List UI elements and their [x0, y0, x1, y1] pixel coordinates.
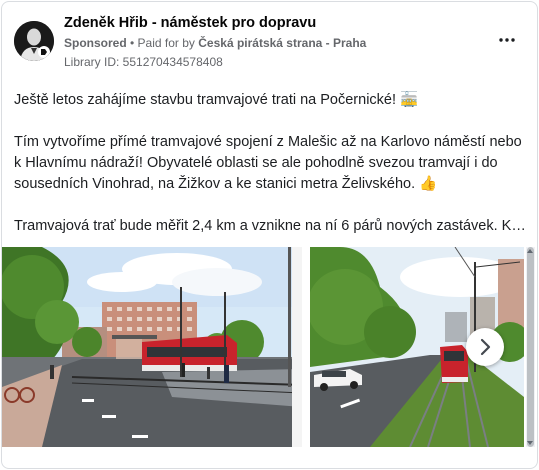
carousel-next-button[interactable]	[466, 328, 504, 366]
post-text: Ještě letos zahájíme stavbu tramvajové t…	[14, 90, 529, 237]
scrollbar-thumb[interactable]	[527, 247, 534, 447]
image-carousel[interactable]	[2, 247, 524, 447]
chevron-right-icon	[480, 338, 491, 356]
payer-link[interactable]: Česká pirátská strana - Praha	[198, 36, 366, 50]
more-options-button[interactable]	[495, 30, 519, 50]
carousel-scrollbar[interactable]	[526, 247, 535, 447]
avatar[interactable]	[14, 21, 54, 61]
scroll-up-arrow-icon[interactable]	[527, 249, 533, 253]
library-id: Library ID: 551270434578408	[64, 55, 223, 69]
ellipsis-icon	[499, 38, 515, 42]
ad-card: Zdeněk Hřib - náměstek pro dopravu Spons…	[1, 1, 538, 469]
post-paragraph-3[interactable]: Tramvajová trať bude měřit 2,4 km a vzni…	[14, 216, 527, 237]
post-paragraph-2: Tím vytvoříme přímé tramvajové spojení z…	[14, 134, 522, 192]
page-name[interactable]: Zdeněk Hřib - náměstek pro dopravu	[64, 15, 316, 31]
paid-for-label: Paid for by	[137, 36, 199, 50]
sponsored-label: Sponsored	[64, 36, 127, 50]
post-line-1: Ještě letos zahájíme stavbu tramvajové t…	[14, 92, 419, 108]
scroll-down-arrow-icon[interactable]	[527, 441, 533, 445]
separator: •	[126, 36, 138, 50]
sponsor-line: Sponsored • Paid for by Česká pirátská s…	[64, 36, 366, 50]
carousel-photo-1[interactable]	[2, 247, 302, 447]
